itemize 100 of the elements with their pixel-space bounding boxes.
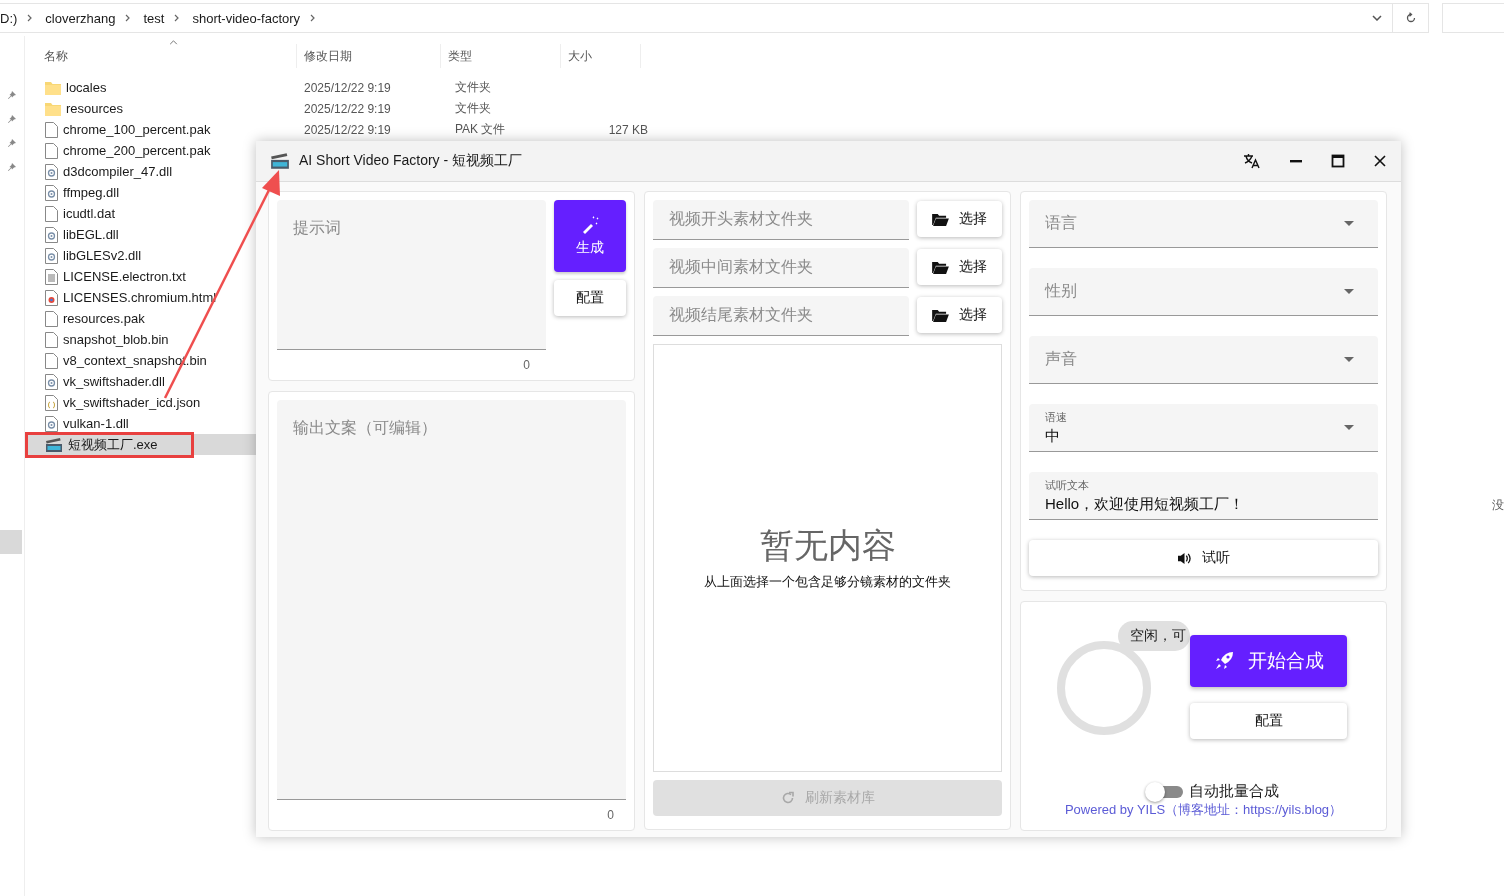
file-name: vk_swiftshader.dll — [63, 374, 165, 389]
refresh-button[interactable] — [1393, 3, 1430, 33]
file-row[interactable]: d3dcompiler_47.dll — [28, 161, 256, 182]
file-icon — [45, 205, 58, 222]
refresh-icon — [1404, 12, 1417, 24]
folder-icon — [931, 308, 949, 322]
file-name: LICENSES.chromium.html — [63, 290, 217, 305]
file-row[interactable]: icudtl.dat — [28, 203, 256, 224]
text-file-icon — [45, 268, 58, 285]
folder-icon — [931, 260, 949, 274]
file-icon — [45, 142, 58, 159]
translate-icon[interactable] — [1243, 153, 1261, 169]
file-name: chrome_100_percent.pak — [63, 122, 211, 137]
address-bar[interactable]: D:) cloverzhang test short-video-factory — [0, 3, 1394, 33]
sort-caret-icon — [169, 40, 178, 45]
file-row[interactable]: libGLESv2.dll — [28, 245, 256, 266]
file-date: 2025/12/22 9:19 — [304, 123, 391, 137]
file-name: d3dcompiler_47.dll — [63, 164, 173, 179]
rocket-icon — [1213, 651, 1234, 671]
file-row[interactable]: snapshot_blob.bin — [28, 329, 256, 350]
gear-file-icon — [45, 415, 58, 432]
toggle-switch[interactable] — [1144, 783, 1183, 800]
refresh-icon — [780, 791, 795, 805]
breadcrumb-item[interactable]: D:) — [0, 10, 28, 26]
search-field[interactable] — [1442, 3, 1504, 33]
folder-icon — [931, 212, 949, 226]
preview-pane-text: 没 — [1492, 497, 1504, 514]
breadcrumb-item[interactable]: test — [143, 10, 175, 26]
empty-title: 暂无内容 — [759, 525, 896, 566]
file-row[interactable]: resources.pak — [28, 308, 256, 329]
clapperboard-icon — [270, 152, 290, 170]
character-count: 0 — [523, 358, 530, 372]
file-type: 文件夹 — [455, 101, 491, 115]
start-synthesis-button[interactable]: 开始合成 — [1190, 635, 1347, 687]
config-button[interactable]: 配置 — [1190, 703, 1347, 739]
column-header[interactable]: 大小 — [561, 44, 641, 68]
file-name: vulkan-1.dll — [63, 416, 129, 431]
file-row[interactable]: vk_swiftshader_icd.json — [28, 392, 256, 413]
chevron-right-icon — [125, 14, 132, 22]
dropdown-arrow-icon — [1344, 357, 1354, 362]
gear-file-icon — [45, 373, 58, 390]
file-row[interactable]: chrome_200_percent.pak — [28, 140, 256, 161]
chevron-right-icon — [27, 14, 34, 22]
file-name: libEGL.dll — [63, 227, 119, 242]
file-row[interactable]: libEGL.dll — [28, 224, 256, 245]
file-name: vk_swiftshader_icd.json — [63, 395, 201, 410]
window-title: AI Short Video Factory - 短视频工厂 — [299, 152, 523, 170]
folder-icon — [45, 80, 61, 95]
file-row[interactable]: vulkan-1.dll — [28, 413, 256, 434]
pin-icon[interactable] — [7, 114, 17, 124]
column-header[interactable]: 修改日期 — [297, 44, 441, 68]
select-field[interactable]: 语速 中 — [1029, 404, 1378, 452]
gear-file-icon — [45, 226, 58, 243]
maximize-icon[interactable] — [1331, 154, 1345, 168]
generate-button[interactable]: 生成 — [554, 200, 626, 272]
pin-icon[interactable] — [7, 90, 17, 100]
file-type: PAK 文件 — [455, 122, 506, 136]
file-row[interactable]: ffmpeg.dll — [28, 182, 256, 203]
file-icon — [45, 121, 58, 138]
credits-text: Powered by YILS（博客地址：https://yils.blog） — [1064, 801, 1343, 819]
file-icon — [45, 331, 58, 348]
breadcrumb-item[interactable]: cloverzhang — [45, 10, 126, 26]
gear-file-icon — [45, 247, 58, 264]
dropdown-arrow-icon — [1344, 425, 1354, 430]
empty-hint: 从上面选择一个包含足够分镜素材的文件夹 — [704, 573, 951, 591]
close-icon[interactable] — [1373, 154, 1387, 168]
file-name: snapshot_blob.bin — [63, 332, 169, 347]
file-row[interactable]: 短视频工厂.exe — [28, 434, 256, 455]
pin-icon[interactable] — [7, 138, 17, 148]
chevron-right-icon — [310, 14, 317, 22]
file-row[interactable]: LICENSE.electron.txt — [28, 266, 256, 287]
config-button[interactable]: 配置 — [554, 280, 626, 316]
preview-text-field[interactable]: 试听文本 Hello，欢迎使用短视频工厂！ — [1029, 472, 1378, 520]
choose-button[interactable]: 选择 — [916, 297, 1002, 333]
file-row[interactable]: locales 2025/12/22 9:19 文件夹 — [28, 77, 668, 98]
status-chip: 空闲，可 — [1118, 621, 1190, 651]
file-size: 127 KB — [608, 123, 648, 137]
file-name: chrome_200_percent.pak — [63, 143, 211, 158]
file-name: resources — [66, 101, 124, 116]
choose-button[interactable]: 选择 — [916, 201, 1002, 237]
toggle-label: 自动批量合成 — [1188, 782, 1279, 801]
pin-icon[interactable] — [7, 162, 17, 172]
gear-file-icon — [45, 184, 58, 201]
file-name: 短视频工厂.exe — [68, 435, 158, 454]
folder-icon — [45, 101, 61, 116]
choose-button[interactable]: 选择 — [916, 249, 1002, 285]
column-header[interactable]: 类型 — [441, 44, 561, 68]
file-row[interactable]: LICENSES.chromium.html — [28, 287, 256, 308]
browser-file-icon — [45, 289, 58, 306]
file-name: locales — [66, 80, 107, 95]
listen-button[interactable]: 试听 — [1029, 540, 1378, 576]
chevron-down-icon[interactable] — [1372, 15, 1383, 21]
file-row[interactable]: vk_swiftshader.dll — [28, 371, 256, 392]
breadcrumb-item[interactable]: short-video-factory — [192, 10, 311, 26]
file-name: icudtl.dat — [63, 206, 116, 221]
file-name: ffmpeg.dll — [63, 185, 120, 200]
file-row[interactable]: chrome_100_percent.pak 2025/12/22 9:19 PAK 文件 127 KB — [28, 119, 668, 140]
gear-file-icon — [45, 163, 58, 180]
file-row[interactable]: resources 2025/12/22 9:19 文件夹 — [28, 98, 668, 119]
column-header[interactable]: 名称 — [42, 44, 297, 68]
